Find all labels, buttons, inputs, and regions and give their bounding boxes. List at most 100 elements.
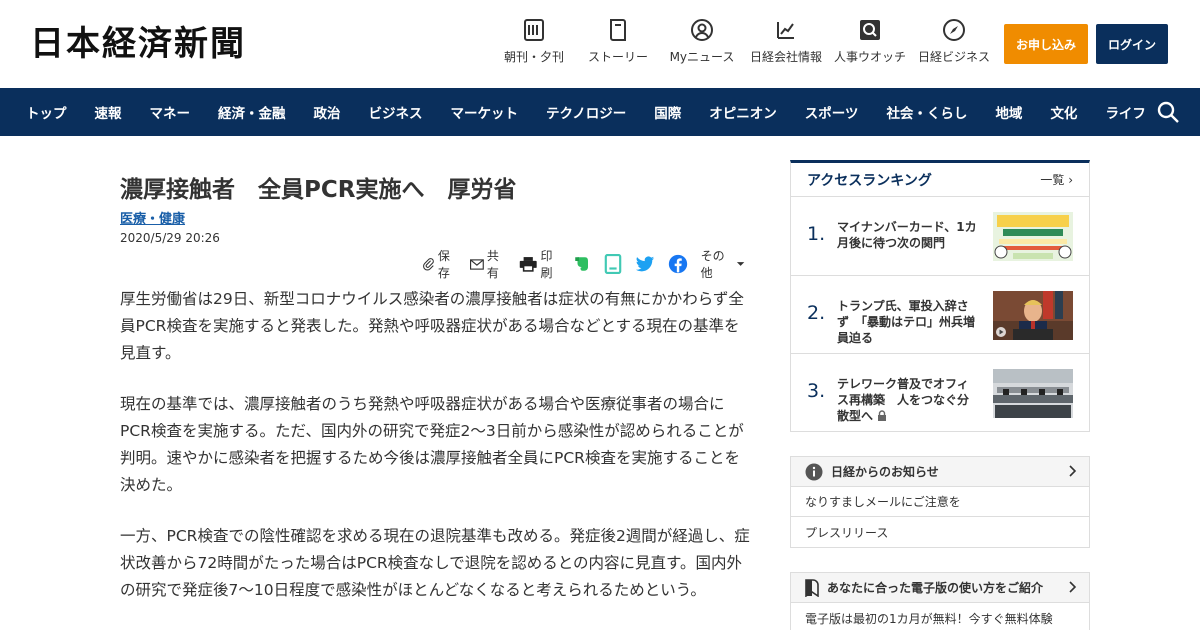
nav-item[interactable]: オピニオン bbox=[695, 102, 791, 122]
header-nav-personnel[interactable]: 人事ウオッチ bbox=[828, 18, 912, 65]
header-nav-label: 朝刊・夕刊 bbox=[503, 50, 564, 64]
notice-link[interactable]: プレスリリース bbox=[791, 517, 1089, 547]
article-date: 2020/5/29 20:26 bbox=[120, 231, 220, 245]
user-icon bbox=[691, 19, 713, 41]
header-nav-company-info[interactable]: 日経会社情報 bbox=[744, 18, 828, 65]
article-paragraph: 現在の基準では、濃厚接触者のうち発熱や呼吸器症状がある場合や医療従事者の場合にP… bbox=[120, 395, 744, 494]
evernote-button[interactable] bbox=[573, 255, 594, 273]
nav-item[interactable]: 速報 bbox=[81, 102, 136, 122]
nikkei-logo[interactable]: 日本経済新聞 bbox=[30, 22, 246, 66]
nav-item[interactable]: 経済・金融 bbox=[204, 102, 300, 122]
access-ranking: アクセスランキング 一覧 › 1. マイナンバーカード、1カ月後に待つ次の関門 … bbox=[790, 160, 1090, 432]
nav-item[interactable]: マーケット bbox=[437, 102, 533, 122]
header-nav-label: Myニュース bbox=[669, 50, 735, 64]
lock-icon bbox=[878, 410, 887, 421]
notice-header[interactable]: 日経からのお知らせ bbox=[791, 457, 1089, 487]
rank-headline: トランプ氏、軍投入辞さず 「暴動はテロ」州兵増員迫る bbox=[837, 298, 976, 345]
print-button[interactable]: 印刷 bbox=[519, 247, 563, 281]
nav-item[interactable]: ビジネス bbox=[355, 102, 437, 122]
header-nav-label: ストーリー bbox=[587, 50, 648, 64]
site-header: 日本経済新聞 朝刊・夕刊 ストーリー Myニュース 日経会社情報 人事ウオッチ … bbox=[0, 0, 1200, 88]
chevron-right-icon bbox=[1069, 465, 1077, 477]
more-share-button[interactable]: その他 bbox=[701, 247, 748, 281]
rank-headline: マイナンバーカード、1カ月後に待つ次の関門 bbox=[837, 220, 977, 250]
bookmark-icon bbox=[805, 578, 819, 597]
note-button[interactable] bbox=[604, 254, 625, 274]
ranking-header: アクセスランキング 一覧 › bbox=[791, 163, 1089, 197]
nav-item[interactable]: 国際 bbox=[640, 102, 695, 122]
facebook-button[interactable] bbox=[668, 254, 691, 274]
rank-thumbnail-image bbox=[993, 369, 1073, 418]
nav-item[interactable]: マネー bbox=[136, 102, 205, 122]
search-icon[interactable] bbox=[1156, 100, 1180, 124]
magnifier-icon bbox=[860, 20, 880, 40]
header-nav-label: 日経ビジネス bbox=[917, 50, 990, 64]
article-paragraph: 厚生労働省は29日、新型コロナウイルス感染者の濃厚接触者は症状の有無にかかわらず… bbox=[120, 290, 744, 362]
chevron-right-icon bbox=[1069, 581, 1077, 593]
guide-title: あなたに合った電子版の使い方をご紹介 bbox=[827, 581, 1044, 595]
newspaper-icon bbox=[524, 19, 544, 41]
nav-item[interactable]: テクノロジー bbox=[532, 102, 640, 122]
header-nav-mynews[interactable]: Myニュース bbox=[660, 18, 744, 65]
ranking-more-label: 一覧 bbox=[1040, 173, 1065, 187]
header-nav-label: 人事ウオッチ bbox=[833, 50, 906, 64]
rank-number: 3. bbox=[807, 380, 826, 402]
article-title: 濃厚接触者 全員PCR実施へ 厚労省 bbox=[120, 177, 517, 203]
nav-item[interactable]: ライフ bbox=[1091, 102, 1160, 122]
evernote-icon bbox=[574, 257, 588, 271]
ranking-more-link[interactable]: 一覧 › bbox=[1040, 171, 1073, 188]
header-nav: 朝刊・夕刊 ストーリー Myニュース 日経会社情報 人事ウオッチ 日経ビジネス bbox=[492, 18, 996, 65]
print-label: 印刷 bbox=[540, 249, 553, 280]
article-paragraph: 一方、PCR検査での陰性確認を求める現在の退院基準も改める。発症後2週間が経過し… bbox=[120, 527, 750, 599]
digital-guide-box: あなたに合った電子版の使い方をご紹介 電子版は最初の1カ月が無料！今すぐ無料体験 bbox=[790, 572, 1090, 630]
rank-headline-text: テレワーク普及でオフィス再構築 人をつなぐ分散型へ bbox=[837, 377, 970, 423]
share-button[interactable]: 共有 bbox=[470, 247, 509, 281]
note-icon bbox=[604, 254, 621, 274]
header-nav-label: 日経会社情報 bbox=[749, 50, 822, 64]
book-icon bbox=[610, 19, 626, 41]
rank-number: 2. bbox=[807, 301, 826, 324]
nav-item[interactable]: スポーツ bbox=[791, 102, 873, 122]
notice-link[interactable]: なりすましメールにご注意を bbox=[791, 487, 1089, 517]
twitter-icon bbox=[635, 255, 654, 271]
nav-item[interactable]: 文化 bbox=[1036, 102, 1091, 122]
category-list: トップ 速報 マネー 経済・金融 政治 ビジネス マーケット テクノロジー 国際 オピニオン スポー… bbox=[0, 88, 1200, 136]
mail-icon bbox=[470, 258, 484, 270]
nav-item[interactable]: 地域 bbox=[981, 102, 1036, 122]
save-label: 保存 bbox=[437, 249, 450, 280]
rank-thumbnail-image bbox=[993, 290, 1073, 340]
nav-item[interactable]: 社会・くらし bbox=[872, 102, 981, 122]
rank-thumbnail-image bbox=[993, 212, 1073, 261]
rank-headline: テレワーク普及でオフィス再構築 人をつなぐ分散型へ bbox=[837, 376, 979, 424]
share-label: 共有 bbox=[486, 249, 499, 280]
ranking-title: アクセスランキング bbox=[807, 172, 932, 189]
nikkei-notice-box: 日経からのお知らせ なりすましメールにご注意を プレスリリース bbox=[790, 456, 1090, 548]
apply-button[interactable]: お申し込み bbox=[1004, 24, 1088, 64]
printer-icon bbox=[519, 257, 537, 272]
header-nav-morning-evening[interactable]: 朝刊・夕刊 bbox=[492, 18, 576, 65]
ranking-item[interactable]: 3. テレワーク普及でオフィス再構築 人をつなぐ分散型へ bbox=[791, 354, 1089, 433]
chart-icon bbox=[777, 22, 794, 39]
paperclip-icon bbox=[423, 258, 434, 271]
caret-down-icon bbox=[736, 262, 745, 266]
guide-header[interactable]: あなたに合った電子版の使い方をご紹介 bbox=[791, 573, 1089, 603]
ranking-item[interactable]: 1. マイナンバーカード、1カ月後に待つ次の関門 bbox=[791, 197, 1089, 276]
save-button[interactable]: 保存 bbox=[422, 247, 460, 281]
header-nav-story[interactable]: ストーリー bbox=[576, 18, 660, 65]
chevron-right-icon: › bbox=[1068, 173, 1073, 187]
nav-item[interactable]: トップ bbox=[12, 102, 81, 122]
login-button[interactable]: ログイン bbox=[1096, 24, 1168, 64]
nav-item[interactable]: 政治 bbox=[300, 102, 355, 122]
header-nav-nikkei-business[interactable]: 日経ビジネス bbox=[912, 18, 996, 65]
category-navbar: トップ 速報 マネー 経済・金融 政治 ビジネス マーケット テクノロジー 国際 オピニオン スポー… bbox=[0, 88, 1200, 136]
rank-number: 1. bbox=[807, 223, 826, 245]
compass-icon bbox=[943, 19, 965, 41]
facebook-icon bbox=[668, 254, 687, 274]
notice-title: 日経からのお知らせ bbox=[831, 465, 939, 479]
article-category-link[interactable]: 医療・健康 bbox=[120, 208, 185, 227]
share-toolbar: 保存 共有 印刷 その他 bbox=[422, 249, 758, 280]
ranking-item[interactable]: 2. トランプ氏、軍投入辞さず 「暴動はテロ」州兵増員迫る bbox=[791, 276, 1089, 354]
info-icon bbox=[805, 463, 823, 480]
twitter-button[interactable] bbox=[635, 255, 658, 273]
guide-link[interactable]: 電子版は最初の1カ月が無料！今すぐ無料体験 bbox=[791, 603, 1089, 633]
